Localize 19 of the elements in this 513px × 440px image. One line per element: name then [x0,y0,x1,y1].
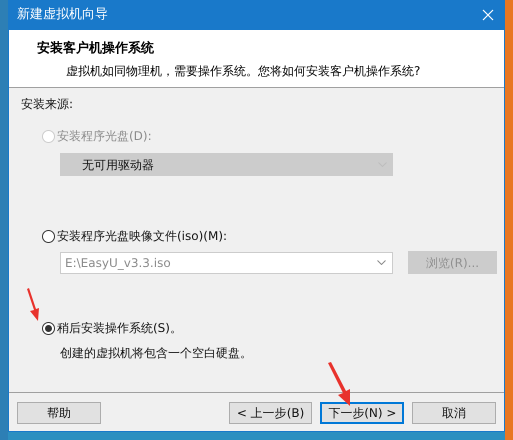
dialog-button[interactable]: 帮助 [17,402,101,424]
radio-button[interactable] [42,230,55,242]
close-icon[interactable] [482,9,494,21]
dropdown-value: 无可用驱动器 [82,156,154,174]
section-label: 安装来源: [21,96,74,113]
window-title: 新建虚拟机向导 [17,6,108,24]
header-title: 安装客户机操作系统 [37,40,155,58]
header-subtitle: 虚拟机如同物理机，需要操作系统。您将如何安装客户机操作系统? [66,62,422,80]
radio-label: 稍后安装操作系统(S)。 [57,320,182,337]
annotation-arrow [326,362,352,407]
radio-button[interactable] [42,322,55,334]
dialog-button[interactable]: < 上一步(B) [228,402,312,424]
option-description: 创建的虚拟机将包含一个空白硬盘。 [60,345,253,362]
radio-label: 安装程序光盘(D): [57,128,152,145]
chevron-down-icon [377,260,386,265]
annotation-arrow [24,288,42,322]
dialog-button[interactable]: 下一步(N) > [320,402,404,424]
dialog-button[interactable]: 取消 [412,402,496,424]
radio-label: 安装程序光盘映像文件(iso)(M): [57,228,228,245]
